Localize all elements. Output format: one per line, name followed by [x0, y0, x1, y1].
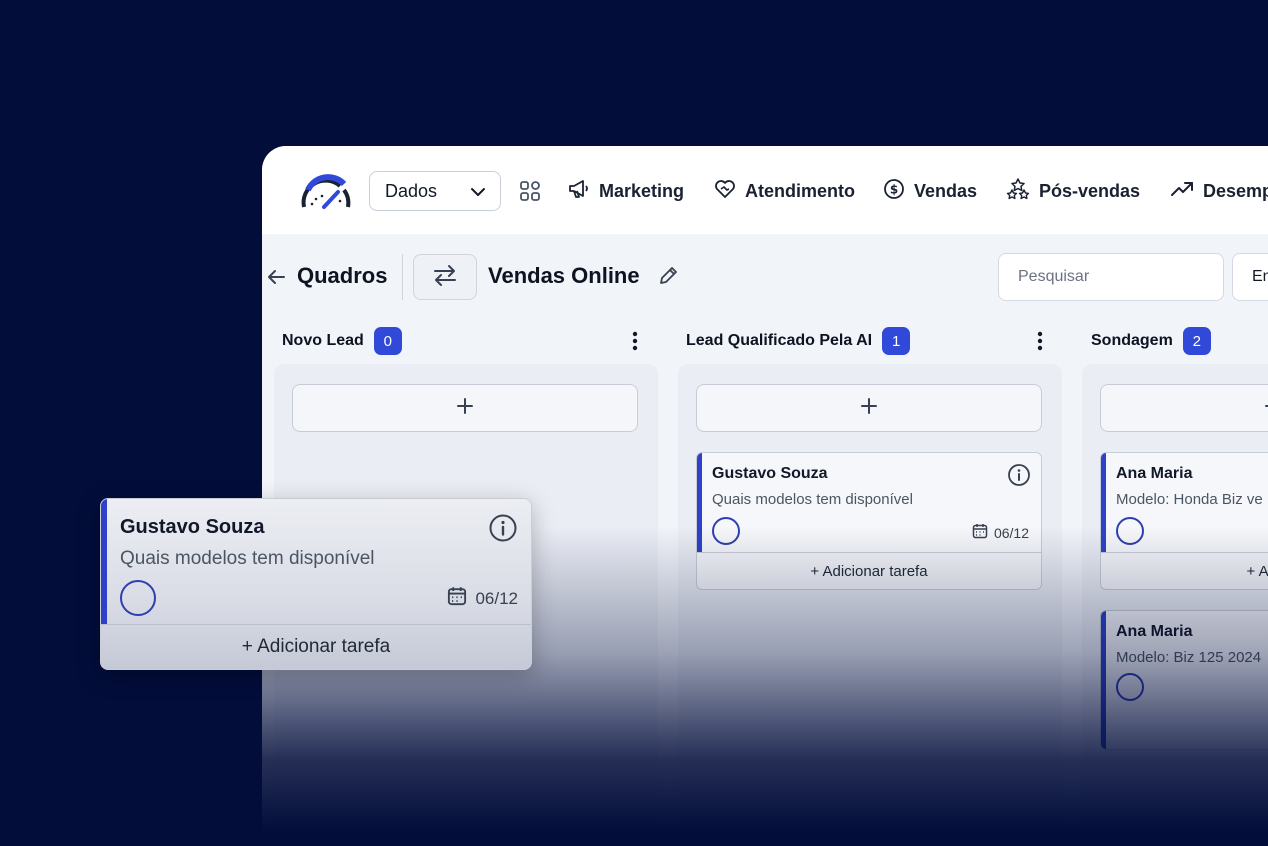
more-vertical-icon[interactable] — [1035, 330, 1045, 357]
apps-grid-icon[interactable] — [520, 181, 540, 206]
column-count-badge: 1 — [882, 327, 911, 355]
plus-icon — [456, 397, 474, 420]
lead-card[interactable]: Ana Maria Modelo: Honda Biz ve + Adicio — [1100, 452, 1268, 590]
module-select[interactable]: Dados — [369, 171, 501, 211]
card-name: Ana Maria — [1116, 465, 1193, 482]
card-due-date: 06/12 — [447, 586, 518, 611]
column-count-badge: 2 — [1182, 327, 1211, 355]
search-placeholder: Pesquisar — [1018, 268, 1090, 285]
card-description: Modelo: Honda Biz ve — [1116, 491, 1263, 508]
board-title: Vendas Online — [488, 263, 640, 288]
card-due-date: 06/12 — [972, 523, 1029, 542]
plus-icon — [1264, 397, 1268, 420]
svg-text:$: $ — [890, 182, 898, 196]
card-accent — [1101, 611, 1106, 749]
nav-atendimento[interactable]: Atendimento — [714, 174, 855, 208]
arrow-left-icon[interactable] — [266, 269, 286, 290]
nav-vendas-label: Vendas — [914, 180, 978, 201]
search-input[interactable]: Pesquisar — [998, 253, 1224, 301]
boards-link[interactable]: Quadros — [297, 263, 387, 289]
column-header-sondagem: Sondagem 2 — [1091, 326, 1211, 356]
dollar-circle-icon: $ — [883, 178, 905, 205]
column-header-novo-lead: Novo Lead 0 — [282, 326, 402, 356]
nav-desempenho[interactable]: Desemp — [1170, 174, 1268, 208]
card-name: Gustavo Souza — [712, 465, 828, 482]
nav-marketing-label: Marketing — [599, 180, 685, 201]
column-count-badge: 0 — [373, 327, 402, 355]
card-accent — [101, 499, 107, 625]
calendar-icon — [447, 586, 467, 611]
card-accent — [1101, 453, 1106, 552]
nav-marketing[interactable]: Marketing — [568, 174, 684, 208]
card-date-text: 06/12 — [475, 588, 518, 608]
add-task-button[interactable]: + Adicio — [1101, 552, 1268, 589]
nav-pos-vendas[interactable]: Pós-vendas — [1006, 174, 1140, 208]
avatar[interactable] — [120, 580, 156, 616]
nav-vendas[interactable]: $ Vendas — [883, 174, 977, 208]
dragging-lead-card[interactable]: Gustavo Souza Quais modelos tem disponív… — [100, 498, 532, 670]
heart-handshake-icon — [714, 179, 736, 204]
card-date-text: 06/12 — [993, 524, 1029, 541]
card-description: Quais modelos tem disponível — [712, 491, 913, 508]
info-icon[interactable] — [488, 513, 518, 548]
avatar[interactable] — [1116, 517, 1144, 545]
trending-up-icon — [1170, 180, 1194, 203]
pencil-icon[interactable] — [658, 266, 678, 291]
megaphone-icon — [568, 179, 590, 204]
card-name: Ana Maria — [1116, 623, 1193, 640]
calendar-icon — [972, 523, 988, 542]
plus-icon — [860, 397, 878, 420]
switch-board-button[interactable] — [413, 254, 477, 300]
avatar[interactable] — [712, 517, 740, 545]
nav-atendimento-label: Atendimento — [745, 180, 855, 201]
filter-button-label: Em — [1252, 268, 1268, 285]
info-icon[interactable] — [1007, 463, 1031, 492]
top-navigation-bar: Dados Marketing Atendimento $ Vendas Pós… — [262, 146, 1268, 234]
add-card-button[interactable] — [1100, 384, 1268, 432]
column-title: Sondagem — [1091, 332, 1173, 349]
nav-pos-vendas-label: Pós-vendas — [1039, 180, 1141, 201]
speedometer-logo-icon[interactable] — [300, 174, 352, 215]
card-description: Modelo: Biz 125 2024 — [1116, 649, 1262, 666]
add-task-button[interactable]: + Adicionar tarefa — [101, 624, 531, 669]
chevron-down-icon — [470, 181, 486, 202]
column-sondagem: Ana Maria Modelo: Honda Biz ve + Adicio … — [1082, 364, 1268, 846]
more-vertical-icon[interactable] — [630, 330, 640, 357]
lead-card[interactable]: Gustavo Souza Quais modelos tem disponív… — [696, 452, 1042, 590]
stars-icon — [1006, 177, 1030, 205]
card-description: Quais modelos tem disponível — [120, 548, 375, 569]
card-accent — [697, 453, 702, 552]
column-title: Lead Qualificado Pela AI — [686, 332, 873, 349]
arrows-swap-icon — [432, 264, 458, 291]
avatar[interactable] — [1116, 673, 1144, 701]
column-header-lead-qualificado: Lead Qualificado Pela AI 1 — [686, 326, 911, 356]
add-card-button[interactable] — [696, 384, 1042, 432]
card-name: Gustavo Souza — [120, 516, 265, 538]
lead-card[interactable]: Ana Maria Modelo: Biz 125 2024 — [1100, 610, 1268, 750]
add-task-button[interactable]: + Adicionar tarefa — [697, 552, 1041, 589]
filter-button[interactable]: Em — [1232, 253, 1268, 301]
module-select-value: Dados — [385, 180, 438, 201]
nav-desempenho-label: Desemp — [1203, 180, 1268, 201]
app-window: Dados Marketing Atendimento $ Vendas Pós… — [262, 146, 1268, 846]
column-lead-qualificado: Gustavo Souza Quais modelos tem disponív… — [678, 364, 1062, 846]
add-card-button[interactable] — [292, 384, 638, 432]
divider — [402, 254, 403, 300]
column-title: Novo Lead — [282, 332, 364, 349]
